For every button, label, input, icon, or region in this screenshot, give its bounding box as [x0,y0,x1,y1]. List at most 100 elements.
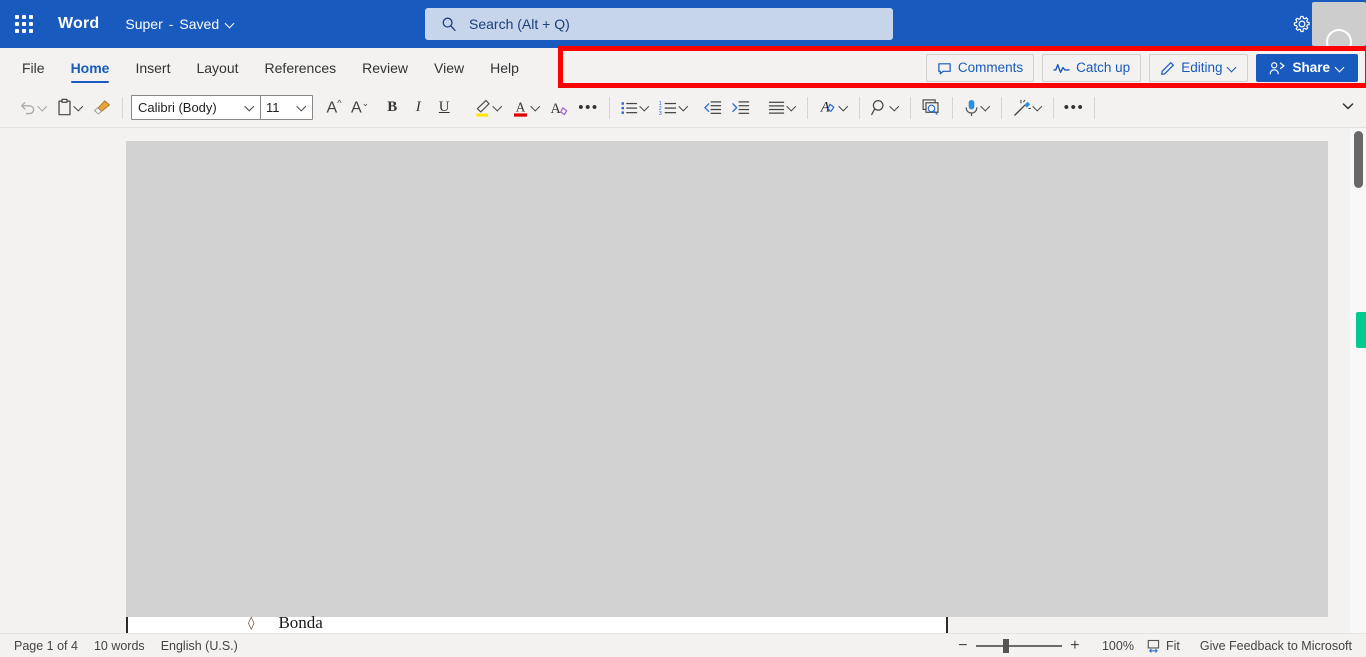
app-launcher-icon[interactable] [4,4,44,44]
zoom-out-button[interactable]: − [950,637,976,655]
tab-help[interactable]: Help [477,48,532,88]
word-online-window: Word Super - Saved Search (Alt + Q) File… [0,0,1366,657]
svg-text:A: A [551,101,562,117]
scrollbar-thumb[interactable] [1354,131,1363,188]
catch-up-button[interactable]: Catch up [1042,54,1142,82]
search-icon [441,16,457,32]
underline-button[interactable]: U [431,92,457,124]
bold-icon: B [387,99,398,115]
presence-marker [1356,312,1366,348]
underline-icon: U [438,99,450,115]
numbering-button[interactable]: 1 2 3 [654,92,693,124]
tab-insert[interactable]: Insert [122,48,183,88]
bullets-button[interactable] [616,92,654,124]
format-painter-button[interactable] [88,92,116,124]
more-commands-button[interactable]: ••• [1060,92,1089,124]
comments-button[interactable]: Comments [925,54,1035,82]
chevron-down-icon [1336,64,1345,73]
chevron-down-icon [532,103,541,112]
italic-button[interactable]: I [405,92,431,124]
clipboard-icon [58,98,71,116]
tab-file[interactable]: File [9,48,58,88]
increase-indent-button[interactable] [727,92,755,124]
chevron-down-icon [39,103,48,112]
chevron-down-icon [788,103,797,112]
search-input[interactable]: Search (Alt + Q) [425,8,893,40]
fit-page-icon [1146,639,1161,653]
ellipsis-icon: ••• [578,99,599,116]
editor-button[interactable] [917,92,946,124]
language-status[interactable]: English (U.S.) [161,639,238,653]
feedback-link[interactable]: Give Feedback to Microsoft [1200,639,1352,653]
text-highlight-color-button[interactable] [469,92,507,124]
document-canvas[interactable]: ◊ Bonda [0,129,1366,633]
undo-button[interactable] [14,92,52,124]
zoom-slider[interactable] [975,638,1062,654]
toolbar-divider [1094,96,1096,119]
pencil-icon [1160,61,1175,76]
toolbar-divider [806,96,808,119]
tab-label: File [22,60,45,76]
comment-bubble-icon [937,61,952,76]
word-count-status[interactable]: 10 words [94,639,145,653]
font-color-icon: A [514,99,528,117]
clear-formatting-icon: A [551,101,568,117]
title-bar: Word Super - Saved Search (Alt + Q) [0,0,1366,55]
svg-text:3: 3 [658,111,661,117]
font-size-select[interactable]: 11 [260,96,312,119]
zoom-level-label[interactable]: 100% [1102,639,1134,653]
tab-references[interactable]: References [252,48,350,88]
chevron-down-icon [641,103,650,112]
more-font-options-button[interactable]: ••• [574,92,603,124]
svg-text:A: A [516,99,526,114]
tab-label: Home [70,60,110,76]
toolbar-divider [1052,96,1054,119]
toolbar-divider [608,96,610,119]
share-button[interactable]: Share [1256,54,1358,82]
document-paragraph[interactable]: ◊ Bonda [126,613,948,633]
clear-formatting-button[interactable]: A [545,92,574,124]
chevron-down-icon [246,103,255,112]
page-count-status[interactable]: Page 1 of 4 [14,639,78,653]
zoom-slider-rail [975,644,1062,647]
font-color-button[interactable]: A [507,92,545,124]
paste-button[interactable] [52,92,88,124]
chevron-down-icon [1034,103,1043,112]
tab-label: Layout [196,60,239,76]
list-bullet-diamond-icon: ◊ [248,615,255,631]
dictate-button[interactable] [959,92,995,124]
shrink-font-button[interactable]: A⌄ [347,92,373,124]
zoom-in-button[interactable]: + [1062,637,1088,655]
styles-button[interactable]: A [814,92,853,124]
tab-label: View [434,60,465,76]
decrease-indent-icon [704,100,721,114]
collapse-ribbon-button[interactable] [1340,98,1356,114]
search-placeholder-text: Search (Alt + Q) [469,16,570,32]
paintbrush-icon [94,100,110,115]
alignment-button[interactable] [763,92,801,124]
zoom-slider-knob[interactable] [1002,638,1009,653]
find-button[interactable] [866,92,904,124]
chevron-down-icon [1228,64,1237,73]
decrease-indent-button[interactable] [699,92,727,124]
tab-home[interactable]: Home [58,48,123,88]
font-controls-group: Calibri (Body) 11 [131,95,313,120]
font-name-select[interactable]: Calibri (Body) [132,96,260,119]
toolbar-divider [951,96,953,119]
designer-button[interactable] [1008,92,1047,124]
avatar[interactable] [1312,2,1366,55]
editing-mode-button[interactable]: Editing [1149,54,1249,82]
magic-wand-icon [1013,99,1031,116]
document-name-button[interactable]: Super - Saved [125,16,235,32]
styles-icon: A [820,99,835,115]
tab-review[interactable]: Review [349,48,421,88]
highlighter-icon [476,99,490,117]
tab-view[interactable]: View [421,48,477,88]
toolbar-divider [122,96,123,119]
grow-font-button[interactable]: A^ [321,92,347,124]
share-label: Share [1292,60,1330,76]
vertical-scrollbar[interactable] [1350,129,1366,633]
fit-to-width-button[interactable]: Fit [1146,639,1180,653]
tab-layout[interactable]: Layout [183,48,251,88]
bold-button[interactable]: B [379,92,405,124]
